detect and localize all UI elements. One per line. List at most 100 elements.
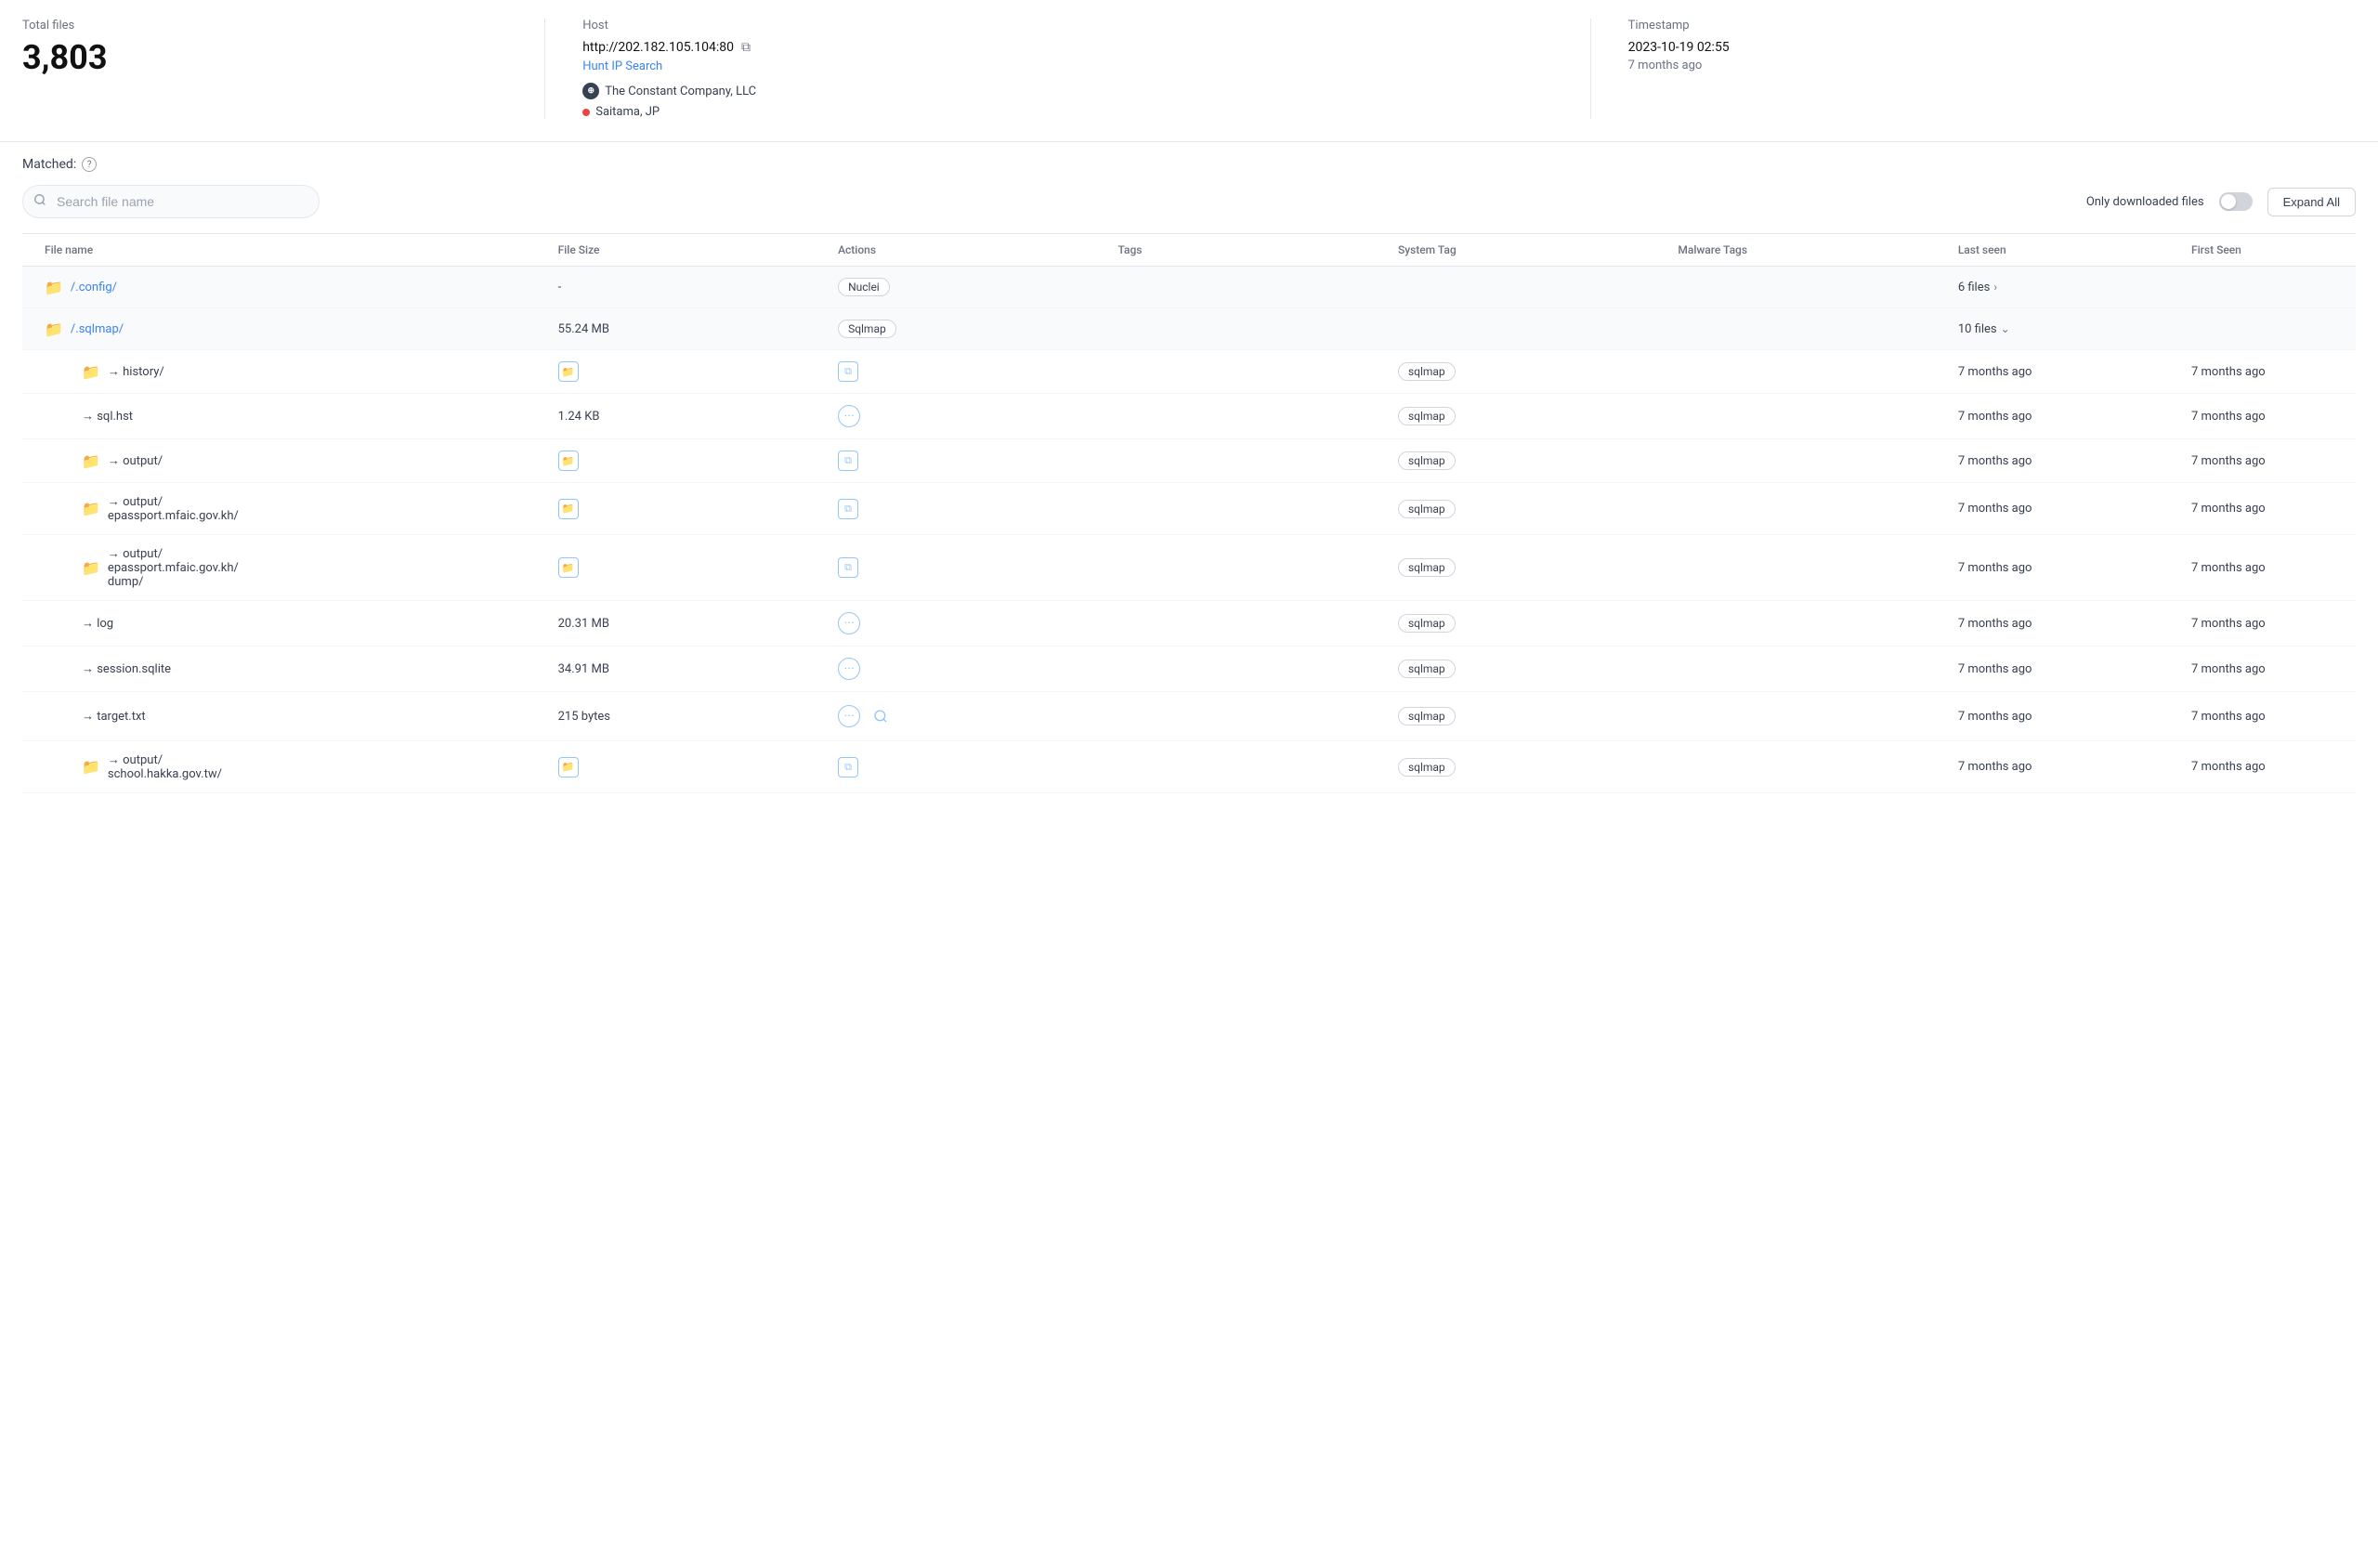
search-icon bbox=[33, 193, 46, 210]
tags-cell bbox=[1096, 267, 1376, 308]
first-seen-cell: 7 months ago bbox=[2169, 439, 2356, 483]
file-size-cell: 📁 bbox=[536, 439, 816, 483]
copy-action-icon[interactable]: ⧉ bbox=[838, 451, 858, 471]
total-files-block: Total files 3,803 bbox=[22, 19, 544, 119]
copy-icon[interactable]: ⧉ bbox=[741, 40, 751, 55]
system-tag-cell: sqlmap bbox=[1376, 647, 1655, 692]
file-name-cell: 📁 /.sqlmap/ bbox=[22, 308, 536, 350]
tags-cell bbox=[1096, 308, 1376, 350]
table-row: → log 20.31 MB ··· sqlmap 7 months ago 7… bbox=[22, 601, 2356, 647]
folder-action-icon[interactable]: 📁 bbox=[558, 499, 579, 519]
first-seen-cell: 7 months ago bbox=[2169, 601, 2356, 647]
top-section: Total files 3,803 Host http://202.182.10… bbox=[0, 0, 2378, 142]
table-row: → sql.hst 1.24 KB ··· sqlmap 7 months ag… bbox=[22, 394, 2356, 439]
file-name-text: → output/epassport.mfaic.gov.kh/ bbox=[108, 494, 239, 523]
host-url-text: http://202.182.105.104:80 bbox=[582, 40, 734, 55]
th-first-seen: First Seen bbox=[2169, 234, 2356, 267]
file-name-text: /.config/ bbox=[71, 281, 117, 294]
file-name-text: → output/school.hakka.gov.tw/ bbox=[108, 752, 222, 781]
system-tag-cell: sqlmap bbox=[1376, 394, 1655, 439]
hunt-ip-link[interactable]: Hunt IP Search bbox=[582, 59, 662, 73]
only-downloaded-label: Only downloaded files bbox=[2086, 195, 2204, 209]
folder-icon: 📁 bbox=[45, 279, 63, 296]
menu-action-icon[interactable]: ··· bbox=[838, 612, 860, 634]
file-name-text: → output/epassport.mfaic.gov.kh/dump/ bbox=[108, 546, 239, 589]
file-name-cell: → session.sqlite bbox=[22, 647, 536, 692]
copy-action-icon[interactable]: ⧉ bbox=[838, 361, 858, 382]
system-tag-cell: sqlmap bbox=[1376, 535, 1655, 601]
table-header-row: File name File Size Actions Tags System … bbox=[22, 234, 2356, 267]
last-seen-cell: 7 months ago bbox=[1936, 350, 2169, 394]
folder-action-icon[interactable]: 📁 bbox=[558, 557, 579, 578]
copy-action-icon[interactable]: ⧉ bbox=[838, 499, 858, 519]
malware-tags-cell bbox=[1655, 394, 1935, 439]
matched-section: Matched: ? Only downloaded files Expand … bbox=[0, 142, 2378, 793]
table-row: 📁 → history/ 📁 ⧉ sqlmap bbox=[22, 350, 2356, 394]
malware-tags-cell bbox=[1655, 308, 1935, 350]
actions-cell: ⧉ bbox=[816, 741, 1095, 793]
file-name-cell: 📁 → output/epassport.mfaic.gov.kh/dump/ bbox=[22, 535, 536, 601]
file-size-cell: 📁 bbox=[536, 535, 816, 601]
toolbar-right: Only downloaded files Expand All bbox=[2086, 188, 2356, 216]
system-tag-cell bbox=[1376, 308, 1655, 350]
folder-action-icon[interactable]: 📁 bbox=[558, 757, 579, 777]
th-malware-tags: Malware Tags bbox=[1655, 234, 1935, 267]
menu-action-icon[interactable]: ··· bbox=[838, 658, 860, 680]
system-tag-badge: sqlmap bbox=[1398, 451, 1456, 470]
tags-cell bbox=[1096, 439, 1376, 483]
actions-cell: ⧉ bbox=[816, 483, 1095, 535]
system-tag-cell: sqlmap bbox=[1376, 692, 1655, 741]
file-size-cell: 20.31 MB bbox=[536, 601, 816, 647]
files-count-cell: 10 files ⌄ bbox=[1936, 308, 2356, 350]
first-seen-cell: 7 months ago bbox=[2169, 741, 2356, 793]
first-seen-cell: 7 months ago bbox=[2169, 647, 2356, 692]
search-action-icon[interactable] bbox=[868, 703, 894, 729]
file-name-cell: → log bbox=[22, 601, 536, 647]
actions-cell: ··· bbox=[816, 394, 1095, 439]
menu-action-icon[interactable]: ··· bbox=[838, 705, 860, 727]
tags-cell bbox=[1096, 394, 1376, 439]
actions-cell: ··· bbox=[816, 692, 1095, 741]
search-input[interactable] bbox=[22, 185, 320, 218]
folder-action-icon[interactable]: 📁 bbox=[558, 451, 579, 471]
malware-tags-cell bbox=[1655, 647, 1935, 692]
only-downloaded-toggle[interactable] bbox=[2219, 192, 2253, 211]
file-name-cell: 📁 → output/ bbox=[22, 439, 536, 483]
actions-cell: Sqlmap bbox=[816, 308, 1095, 350]
copy-action-icon[interactable]: ⧉ bbox=[838, 557, 858, 578]
system-tag-badge: sqlmap bbox=[1398, 660, 1456, 678]
system-tag-badge: sqlmap bbox=[1398, 407, 1456, 425]
actions-cell: ··· bbox=[816, 601, 1095, 647]
location-text: Saitama, JP bbox=[595, 105, 660, 119]
first-seen-cell: 7 months ago bbox=[2169, 394, 2356, 439]
help-icon[interactable]: ? bbox=[82, 157, 97, 172]
actions-cell: ⧉ bbox=[816, 350, 1095, 394]
file-size-cell: 📁 bbox=[536, 483, 816, 535]
folder-action-icon[interactable]: 📁 bbox=[558, 361, 579, 382]
first-seen-cell: 7 months ago bbox=[2169, 692, 2356, 741]
expand-all-button[interactable]: Expand All bbox=[2267, 188, 2356, 216]
first-seen-cell: 7 months ago bbox=[2169, 350, 2356, 394]
host-label: Host bbox=[582, 19, 1552, 33]
folder-icon: 📁 bbox=[82, 363, 100, 381]
actions-cell: ⧉ bbox=[816, 535, 1095, 601]
first-seen-cell: 7 months ago bbox=[2169, 535, 2356, 601]
malware-tags-cell bbox=[1655, 267, 1935, 308]
location-dot bbox=[582, 109, 590, 116]
timestamp-ago: 7 months ago bbox=[1628, 59, 2356, 72]
files-count: 6 files bbox=[1958, 281, 1991, 294]
tags-cell bbox=[1096, 535, 1376, 601]
tags-cell bbox=[1096, 483, 1376, 535]
file-table: File name File Size Actions Tags System … bbox=[22, 233, 2356, 793]
table-row: 📁 → output/epassport.mfaic.gov.kh/dump/ … bbox=[22, 535, 2356, 601]
tags-cell bbox=[1096, 647, 1376, 692]
actions-cell: ··· bbox=[816, 647, 1095, 692]
folder-icon: 📁 bbox=[82, 758, 100, 776]
toggle-knob bbox=[2221, 194, 2236, 209]
expand-toggle[interactable]: 6 files › bbox=[1958, 281, 2333, 294]
total-files-value: 3,803 bbox=[22, 38, 507, 77]
menu-action-icon[interactable]: ··· bbox=[838, 405, 860, 427]
copy-action-icon[interactable]: ⧉ bbox=[838, 757, 858, 777]
expand-toggle[interactable]: 10 files ⌄ bbox=[1958, 322, 2333, 336]
last-seen-cell: 7 months ago bbox=[1936, 601, 2169, 647]
